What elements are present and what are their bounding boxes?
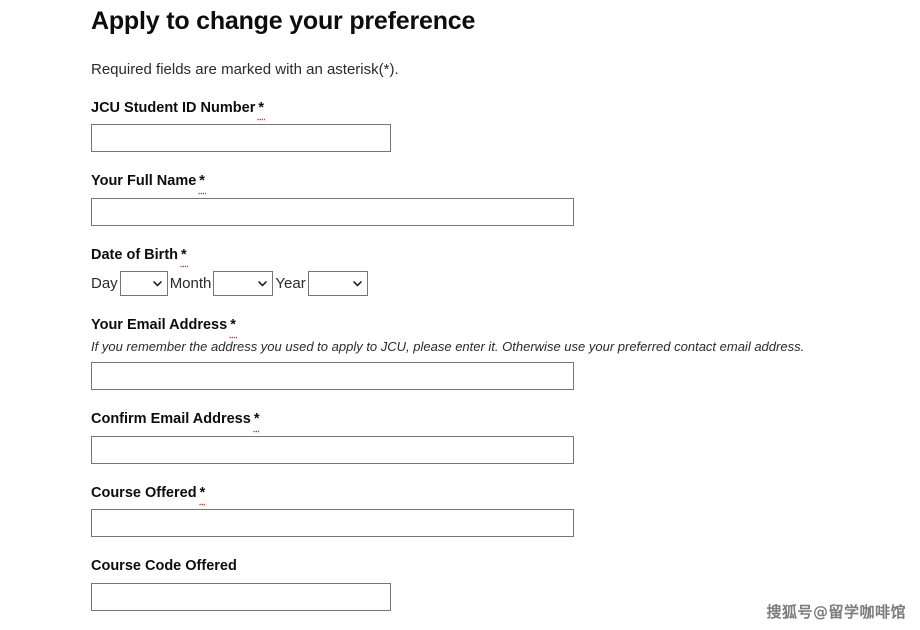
watermark: 搜狐号@留学咖啡馆: [766, 603, 906, 621]
form-container: Apply to change your preference Required…: [91, 0, 920, 611]
date-of-birth-row: Day Month Year: [91, 271, 920, 297]
label-day: Day: [91, 275, 118, 293]
label-jcu-student-id: JCU Student ID Number *: [91, 100, 920, 122]
required-asterisk: *: [229, 317, 237, 340]
field-email-address: Your Email Address * If you remember the …: [91, 296, 920, 391]
chevron-down-icon: [258, 281, 268, 287]
label-date-of-birth: Date of Birth *: [91, 246, 920, 269]
required-asterisk: *: [198, 173, 206, 196]
field-course-code-offered: Course Code Offered: [91, 537, 920, 611]
select-day[interactable]: [119, 271, 168, 297]
help-text-email-address: If you remember the address you used to …: [91, 338, 805, 354]
label-year: Year: [275, 275, 306, 293]
label-text: Confirm Email Address: [91, 411, 251, 428]
chevron-down-icon: [352, 281, 362, 287]
page-title: Apply to change your preference: [91, 7, 476, 35]
select-year[interactable]: [307, 271, 368, 297]
label-course-code-offered: Course Code Offered: [91, 558, 920, 575]
required-asterisk: *: [252, 411, 261, 434]
label-text: Your Email Address: [91, 317, 228, 334]
input-course-code-offered[interactable]: [91, 582, 391, 611]
required-asterisk: *: [180, 246, 188, 269]
required-asterisk: *: [257, 100, 265, 122]
label-text: Course Code Offered: [91, 558, 237, 575]
select-month[interactable]: [213, 271, 274, 297]
input-full-name[interactable]: [91, 197, 574, 226]
field-jcu-student-id: JCU Student ID Number *: [91, 79, 920, 153]
label-email-address: Your Email Address *: [91, 317, 920, 340]
required-asterisk: *: [198, 484, 206, 507]
field-full-name: Your Full Name *: [91, 152, 920, 226]
label-text: Your Full Name: [91, 173, 197, 190]
required-fields-note: Required fields are marked with an aster…: [91, 60, 399, 78]
label-course-offered: Course Offered *: [91, 484, 920, 507]
label-text: Date of Birth: [91, 246, 178, 263]
label-text: Course Offered: [91, 484, 197, 501]
input-email-address[interactable]: [91, 362, 574, 391]
label-month: Month: [169, 275, 212, 293]
input-course-offered[interactable]: [91, 509, 574, 538]
label-confirm-email-address: Confirm Email Address *: [91, 411, 920, 434]
label-text: JCU Student ID Number: [91, 100, 256, 116]
field-date-of-birth: Date of Birth * Day Month Year: [91, 226, 920, 297]
input-jcu-student-id[interactable]: [91, 124, 391, 153]
input-confirm-email-address[interactable]: [91, 435, 574, 464]
field-confirm-email-address: Confirm Email Address *: [91, 390, 920, 464]
label-full-name: Your Full Name *: [91, 173, 920, 196]
chevron-down-icon: [152, 281, 162, 287]
field-course-offered: Course Offered *: [91, 464, 920, 538]
